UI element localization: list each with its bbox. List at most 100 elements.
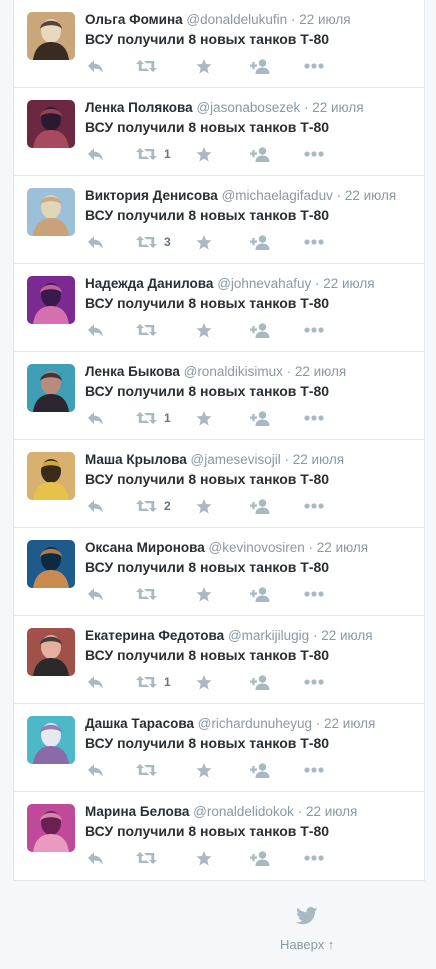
more-button[interactable] — [304, 849, 324, 867]
reply-button[interactable] — [87, 145, 104, 163]
retweet-button[interactable]: 1 — [136, 673, 171, 691]
avatar[interactable] — [27, 716, 75, 764]
tweet-timestamp[interactable]: 22 июля — [295, 364, 346, 379]
tweet-fullname[interactable]: Дашка Тарасова — [85, 716, 194, 731]
more-button[interactable] — [304, 321, 324, 339]
tweet-fullname[interactable]: Марина Белова — [85, 804, 189, 819]
follow-button[interactable] — [250, 321, 270, 339]
avatar[interactable] — [27, 628, 75, 676]
tweet-username[interactable]: @kevinovosiren — [209, 540, 305, 555]
favorite-button[interactable] — [196, 497, 212, 515]
tweet-username[interactable]: @donaldelukufin — [186, 12, 287, 27]
tweet-timestamp[interactable]: 22 июля — [321, 628, 372, 643]
avatar[interactable] — [27, 12, 75, 60]
follow-button[interactable] — [250, 497, 270, 515]
tweet-item[interactable]: Марина Белова @ronaldelidokok · 22 июля … — [14, 792, 424, 880]
tweet-item[interactable]: Екатерина Федотова @markijilugig · 22 ию… — [14, 616, 424, 704]
favorite-button[interactable] — [196, 233, 212, 251]
favorite-button[interactable] — [196, 145, 212, 163]
tweet-item[interactable]: Ленка Быкова @ronaldikisimux · 22 июля В… — [14, 352, 424, 440]
tweet-fullname[interactable]: Оксана Миронова — [85, 540, 205, 555]
more-button[interactable] — [304, 145, 324, 163]
tweet-timestamp[interactable]: 22 июля — [345, 188, 396, 203]
reply-button[interactable] — [87, 585, 104, 603]
favorite-button[interactable] — [196, 585, 212, 603]
tweet-item[interactable]: Маша Крылова @jamesevisojil · 22 июля ВС… — [14, 440, 424, 528]
tweet-username[interactable]: @ronaldelidokok — [193, 804, 294, 819]
tweet-timestamp[interactable]: 22 июля — [323, 276, 374, 291]
tweet-item[interactable]: Ленка Полякова @jasonabosezek · 22 июля … — [14, 88, 424, 176]
reply-button[interactable] — [87, 761, 104, 779]
follow-button[interactable] — [250, 145, 270, 163]
tweet-username[interactable]: @richardunuheyug — [198, 716, 312, 731]
tweet-fullname[interactable]: Маша Крылова — [85, 452, 187, 467]
retweet-button[interactable] — [136, 761, 164, 779]
more-button[interactable] — [304, 761, 324, 779]
tweet-item[interactable]: Надежда Данилова @johnevahafuy · 22 июля… — [14, 264, 424, 352]
tweet-fullname[interactable]: Ленка Быкова — [85, 364, 180, 379]
favorite-button[interactable] — [196, 673, 212, 691]
more-button[interactable] — [304, 585, 324, 603]
tweet-timestamp[interactable]: 22 июля — [306, 804, 357, 819]
retweet-button[interactable]: 3 — [136, 233, 171, 251]
follow-button[interactable] — [250, 409, 270, 427]
more-button[interactable] — [304, 497, 324, 515]
follow-button[interactable] — [250, 761, 270, 779]
tweet-username[interactable]: @ronaldikisimux — [184, 364, 283, 379]
more-button[interactable] — [304, 409, 324, 427]
favorite-button[interactable] — [196, 409, 212, 427]
more-button[interactable] — [304, 57, 324, 75]
reply-button[interactable] — [87, 409, 104, 427]
avatar[interactable] — [27, 188, 75, 236]
retweet-button[interactable] — [136, 57, 164, 75]
tweet-username[interactable]: @markijilugig — [228, 628, 309, 643]
tweet-timestamp[interactable]: 22 июля — [299, 12, 350, 27]
retweet-button[interactable] — [136, 321, 164, 339]
tweet-timestamp[interactable]: 22 июля — [324, 716, 375, 731]
retweet-button[interactable]: 1 — [136, 409, 171, 427]
favorite-button[interactable] — [196, 761, 212, 779]
tweet-timestamp[interactable]: 22 июля — [312, 100, 363, 115]
favorite-button[interactable] — [196, 321, 212, 339]
reply-button[interactable] — [87, 673, 104, 691]
tweet-username[interactable]: @johnevahafuy — [217, 276, 311, 291]
tweet-timestamp[interactable]: 22 июля — [317, 540, 368, 555]
retweet-button[interactable]: 2 — [136, 497, 171, 515]
follow-button[interactable] — [250, 673, 270, 691]
follow-button[interactable] — [250, 233, 270, 251]
tweet-fullname[interactable]: Ольга Фомина — [85, 12, 183, 27]
tweet-item[interactable]: Ольга Фомина @donaldelukufin · 22 июля В… — [14, 0, 424, 88]
tweet-fullname[interactable]: Екатерина Федотова — [85, 628, 224, 643]
avatar[interactable] — [27, 276, 75, 324]
avatar[interactable] — [27, 452, 75, 500]
follow-button[interactable] — [250, 849, 270, 867]
avatar[interactable] — [27, 540, 75, 588]
tweet-fullname[interactable]: Надежда Данилова — [85, 276, 213, 291]
tweet-item[interactable]: Виктория Денисова @michaelagifaduv · 22 … — [14, 176, 424, 264]
more-button[interactable] — [304, 673, 324, 691]
avatar[interactable] — [27, 364, 75, 412]
follow-button[interactable] — [250, 57, 270, 75]
favorite-button[interactable] — [196, 849, 212, 867]
reply-button[interactable] — [87, 57, 104, 75]
reply-button[interactable] — [87, 321, 104, 339]
favorite-button[interactable] — [196, 57, 212, 75]
avatar[interactable] — [27, 804, 75, 852]
tweet-username[interactable]: @michaelagifaduv — [222, 188, 333, 203]
reply-button[interactable] — [87, 497, 104, 515]
reply-button[interactable] — [87, 849, 104, 867]
tweet-fullname[interactable]: Виктория Денисова — [85, 188, 218, 203]
tweet-username[interactable]: @jamesevisojil — [190, 452, 280, 467]
tweet-fullname[interactable]: Ленка Полякова — [85, 100, 193, 115]
follow-button[interactable] — [250, 585, 270, 603]
tweet-timestamp[interactable]: 22 июля — [293, 452, 344, 467]
tweet-username[interactable]: @jasonabosezek — [196, 100, 300, 115]
retweet-button[interactable] — [136, 849, 164, 867]
reply-button[interactable] — [87, 233, 104, 251]
retweet-button[interactable]: 1 — [136, 145, 171, 163]
retweet-button[interactable] — [136, 585, 164, 603]
tweet-item[interactable]: Дашка Тарасова @richardunuheyug · 22 июл… — [14, 704, 424, 792]
avatar[interactable] — [27, 100, 75, 148]
more-button[interactable] — [304, 233, 324, 251]
tweet-item[interactable]: Оксана Миронова @kevinovosiren · 22 июля… — [14, 528, 424, 616]
